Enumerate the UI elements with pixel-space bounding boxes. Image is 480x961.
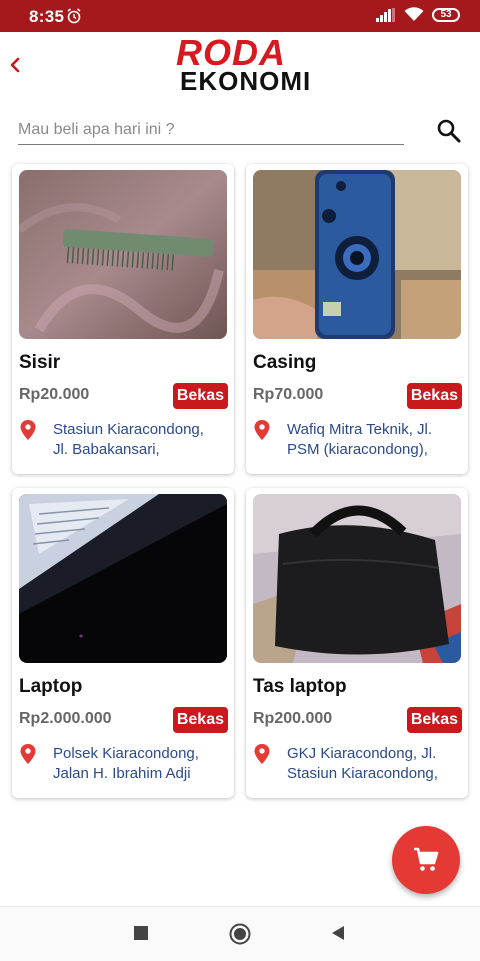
logo-line2: EKONOMI	[180, 66, 312, 96]
status-indicators: 53	[376, 7, 460, 22]
product-title: Casing	[253, 352, 317, 373]
location-line1: Wafiq Mitra Teknik, Jl.	[287, 421, 433, 438]
product-location: GKJ Kiaracondong, Jl. Stasiun Kiaracondo…	[254, 744, 460, 784]
product-image-phone-case	[253, 170, 461, 339]
cart-icon	[414, 847, 439, 871]
home-button[interactable]	[229, 923, 251, 950]
product-image-laptop-bag	[253, 494, 461, 663]
location-line2: Stasiun Kiaracondong,	[287, 765, 438, 782]
cart-button[interactable]	[392, 826, 460, 894]
map-pin-icon	[20, 420, 36, 440]
product-grid: Sisir Rp20.000 Bekas Stasiun Kiaracondon…	[12, 164, 468, 798]
product-card[interactable]: Sisir Rp20.000 Bekas Stasiun Kiaracondon…	[12, 164, 234, 474]
product-price: Rp20.000	[19, 386, 90, 403]
wifi-icon	[404, 7, 424, 21]
back-button[interactable]	[330, 925, 346, 946]
search-input[interactable]	[18, 116, 404, 145]
product-location: Stasiun Kiaracondong, Jl. Babakansari,	[20, 420, 226, 460]
status-time: 8:35	[29, 7, 65, 26]
chevron-left-icon[interactable]	[6, 52, 24, 78]
location-line2: Jl. Babakansari,	[53, 441, 160, 458]
location-line1: Polsek Kiaracondong,	[53, 745, 199, 762]
map-pin-icon	[254, 744, 270, 764]
product-title: Sisir	[19, 352, 61, 373]
product-location: Wafiq Mitra Teknik, Jl. PSM (kiaracondon…	[254, 420, 460, 460]
condition-badge: Bekas	[406, 707, 462, 733]
status-bar: 8:35 53	[0, 0, 480, 32]
location-line2: PSM (kiaracondong),	[287, 441, 428, 458]
product-image-laptop	[19, 494, 227, 663]
app-logo: RODA EKONOMI	[176, 34, 310, 96]
location-line2: Jalan H. Ibrahim Adji	[53, 765, 191, 782]
search-icon[interactable]	[436, 118, 462, 144]
product-card[interactable]: Laptop Rp2.000.000 Bekas Polsek Kiaracon…	[12, 488, 234, 798]
product-price: Rp2.000.000	[19, 710, 112, 727]
product-card[interactable]: Tas laptop Rp200.000 Bekas GKJ Kiaracond…	[246, 488, 468, 798]
recents-button[interactable]	[133, 925, 149, 946]
location-line1: GKJ Kiaracondong, Jl.	[287, 745, 437, 762]
system-nav-bar	[0, 906, 480, 961]
condition-badge: Bekas	[406, 383, 462, 409]
product-title: Laptop	[19, 676, 83, 697]
circle-icon	[229, 923, 251, 945]
condition-badge: Bekas	[172, 707, 228, 733]
signal-icon	[376, 7, 395, 22]
location-line1: Stasiun Kiaracondong,	[53, 421, 204, 438]
condition-badge: Bekas	[172, 383, 228, 409]
product-card[interactable]: Casing Rp70.000 Bekas Wafiq Mitra Teknik…	[246, 164, 468, 474]
product-title: Tas laptop	[253, 676, 347, 697]
search-bar	[18, 116, 462, 146]
product-location: Polsek Kiaracondong, Jalan H. Ibrahim Ad…	[20, 744, 226, 784]
alarm-icon	[67, 8, 81, 24]
triangle-back-icon	[332, 926, 344, 940]
battery-level: 53	[440, 9, 452, 20]
square-icon	[134, 926, 148, 940]
product-price: Rp200.000	[253, 710, 333, 727]
map-pin-icon	[254, 420, 270, 440]
battery-indicator: 53	[432, 7, 460, 22]
map-pin-icon	[20, 744, 36, 764]
product-image-comb	[19, 170, 227, 339]
app-header: RODA EKONOMI	[0, 32, 480, 102]
product-price: Rp70.000	[253, 386, 324, 403]
